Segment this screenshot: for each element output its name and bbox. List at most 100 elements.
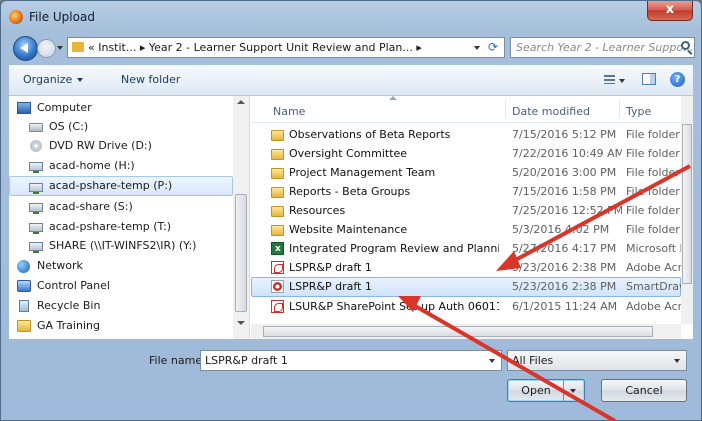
navigation-scrollbar[interactable]: [233, 96, 249, 339]
new-folder-button[interactable]: New folder: [121, 73, 180, 86]
breadcrumb[interactable]: « Instit... ▸ Year 2 - Learner Support U…: [67, 37, 505, 58]
list-item[interactable]: Resources 7/25/2016 12:52 PM File folder: [251, 201, 681, 221]
scrollbar-thumb[interactable]: [235, 194, 247, 312]
recent-pages-dropdown[interactable]: [57, 46, 63, 50]
folder-icon: [72, 42, 84, 52]
list-item[interactable]: Website Maintenance 5/3/2016 4:02 PM File …: [251, 220, 681, 240]
folder-icon: [271, 225, 284, 236]
network-drive-icon: [29, 203, 43, 214]
search-input[interactable]: Search Year 2 - Learner Suppo...: [510, 37, 695, 58]
help-icon[interactable]: ?: [670, 72, 685, 87]
file-name: Reports - Beta Groups: [289, 185, 411, 198]
file-name: LSPR&P draft 1: [289, 261, 372, 274]
browser-icon: [9, 10, 23, 24]
file-name: Resources: [289, 204, 346, 217]
close-button[interactable]: x: [647, 1, 693, 21]
nav-item-label: OS (C:): [49, 120, 89, 133]
command-bar: Organize New folder ?: [9, 65, 693, 96]
folder-icon: [271, 168, 284, 179]
list-item[interactable]: Reports - Beta Groups 7/15/2016 1:58 PM Fi…: [251, 182, 681, 202]
nav-item-ga-training[interactable]: GA Training: [9, 316, 233, 336]
file-name: Observations of Beta Reports: [289, 128, 451, 141]
pdf-icon: [271, 261, 284, 274]
chevron-down-icon[interactable]: [674, 359, 680, 363]
column-header-date[interactable]: Date modified: [512, 105, 590, 118]
nav-item-label: acad-share (S:): [49, 200, 133, 213]
list-item[interactable]: LSUR&P SharePoint Set-up Auth 060115 6/1/…: [251, 297, 688, 317]
file-date: 5/23/2016 2:38 PM: [512, 280, 617, 293]
nav-item-control-panel[interactable]: Control Panel: [9, 276, 233, 296]
file-date: 5/27/2016 4:17 PM: [512, 242, 617, 255]
nav-item-label: DVD RW Drive (D:): [49, 139, 152, 152]
search-icon[interactable]: [681, 41, 690, 50]
nav-item-share-y[interactable]: SHARE (\\IT-WINFS2\IR) (Y:): [9, 236, 233, 256]
nav-item-acad-home[interactable]: acad-home (H:): [9, 156, 233, 176]
file-date: 5/20/2016 3:00 PM: [512, 166, 617, 179]
folder-icon: [271, 130, 284, 141]
file-name: Integrated Program Review and Planning..…: [289, 242, 499, 255]
network-drive-icon: [29, 162, 43, 173]
title-bar[interactable]: File Upload x: [1, 1, 701, 31]
folder-icon: [271, 206, 284, 217]
file-type-filter[interactable]: All Files: [507, 350, 687, 371]
file-date: 6/1/2015 11:24 AM: [512, 300, 618, 313]
drive-icon: [29, 123, 43, 132]
nav-item-dvd-drive[interactable]: DVD RW Drive (D:): [9, 136, 233, 156]
column-header-name[interactable]: Name: [273, 105, 305, 118]
dvd-icon: [30, 140, 42, 152]
nav-item-label: GA Training: [37, 319, 100, 332]
list-item[interactable]: Integrated Program Review and Planning..…: [251, 239, 687, 259]
file-list-vertical-scrollbar[interactable]: [681, 96, 693, 324]
open-options-dropdown[interactable]: [563, 380, 584, 401]
nav-item-acad-share[interactable]: acad-share (S:): [9, 197, 233, 217]
file-name: Project Management Team: [289, 166, 436, 179]
list-item-selected[interactable]: LSPR&P draft 1 5/23/2016 2:38 PM SmartDraw: [251, 277, 688, 297]
file-date: 5/23/2016 2:38 PM: [512, 261, 617, 274]
nav-item-network[interactable]: Network: [9, 256, 233, 276]
scroll-down-arrow-icon[interactable]: [237, 321, 245, 325]
nav-item-label: acad-home (H:): [49, 159, 135, 172]
recycle-bin-icon: [19, 300, 29, 312]
list-item[interactable]: LSPR&P draft 1 5/23/2016 2:38 PM Adobe Acr…: [251, 258, 688, 278]
column-header-row: Name Date modified Type: [251, 96, 693, 123]
open-button[interactable]: Open: [507, 379, 585, 402]
browser-area: Computer OS (C:) DVD RW Drive (D:) acad-…: [9, 96, 693, 339]
nav-item-acad-pshare-temp-t[interactable]: acad-pshare-temp (T:): [9, 217, 233, 237]
list-item[interactable]: Oversight Committee 7/22/2016 10:49 AM Fil…: [251, 144, 681, 164]
cancel-button[interactable]: Cancel: [601, 379, 687, 402]
file-date: 7/15/2016 1:58 PM: [512, 185, 617, 198]
column-header-type[interactable]: Type: [626, 105, 651, 118]
network-drive-icon: [29, 183, 43, 194]
scroll-up-arrow-icon[interactable]: [237, 100, 245, 104]
computer-icon: [17, 102, 31, 114]
file-date: 7/22/2016 10:49 AM: [512, 147, 622, 160]
preview-pane-icon[interactable]: [642, 73, 656, 85]
refresh-icon[interactable]: ⟳: [486, 40, 500, 54]
nav-item-recycle-bin[interactable]: Recycle Bin: [9, 296, 233, 316]
file-name-label: File name:: [149, 354, 206, 367]
file-list-horizontal-scrollbar[interactable]: [251, 324, 681, 339]
file-name: LSUR&P SharePoint Set-up Auth 060115: [289, 300, 499, 313]
file-name: Website Maintenance: [289, 223, 408, 236]
nav-item-computer[interactable]: Computer: [9, 98, 233, 118]
column-divider[interactable]: [505, 100, 506, 118]
file-name-field[interactable]: LSPR&P draft 1: [200, 350, 502, 371]
navigation-pane: Computer OS (C:) DVD RW Drive (D:) acad-…: [9, 96, 250, 339]
nav-item-os-c[interactable]: OS (C:): [9, 117, 233, 137]
search-placeholder: Search Year 2 - Learner Suppo...: [516, 41, 694, 54]
chevron-down-icon[interactable]: [489, 359, 495, 363]
nav-item-label: Computer: [37, 101, 92, 114]
nav-item-acad-pshare-temp-p[interactable]: acad-pshare-temp (P:): [9, 176, 233, 196]
list-item[interactable]: Project Management Team 5/20/2016 3:00 PM…: [251, 163, 681, 183]
file-type-filter-value: All Files: [512, 354, 554, 367]
views-icon[interactable]: [604, 75, 615, 84]
organize-button[interactable]: Organize: [23, 73, 84, 86]
back-button[interactable]: [13, 36, 38, 61]
views-dropdown[interactable]: [619, 79, 625, 83]
forward-button[interactable]: [37, 39, 56, 58]
chevron-down-icon[interactable]: [474, 46, 480, 50]
list-item[interactable]: Observations of Beta Reports 7/15/2016 5:…: [251, 125, 681, 145]
column-divider[interactable]: [619, 100, 620, 118]
scrollbar-thumb[interactable]: [263, 326, 653, 337]
scrollbar-thumb[interactable]: [682, 124, 692, 284]
